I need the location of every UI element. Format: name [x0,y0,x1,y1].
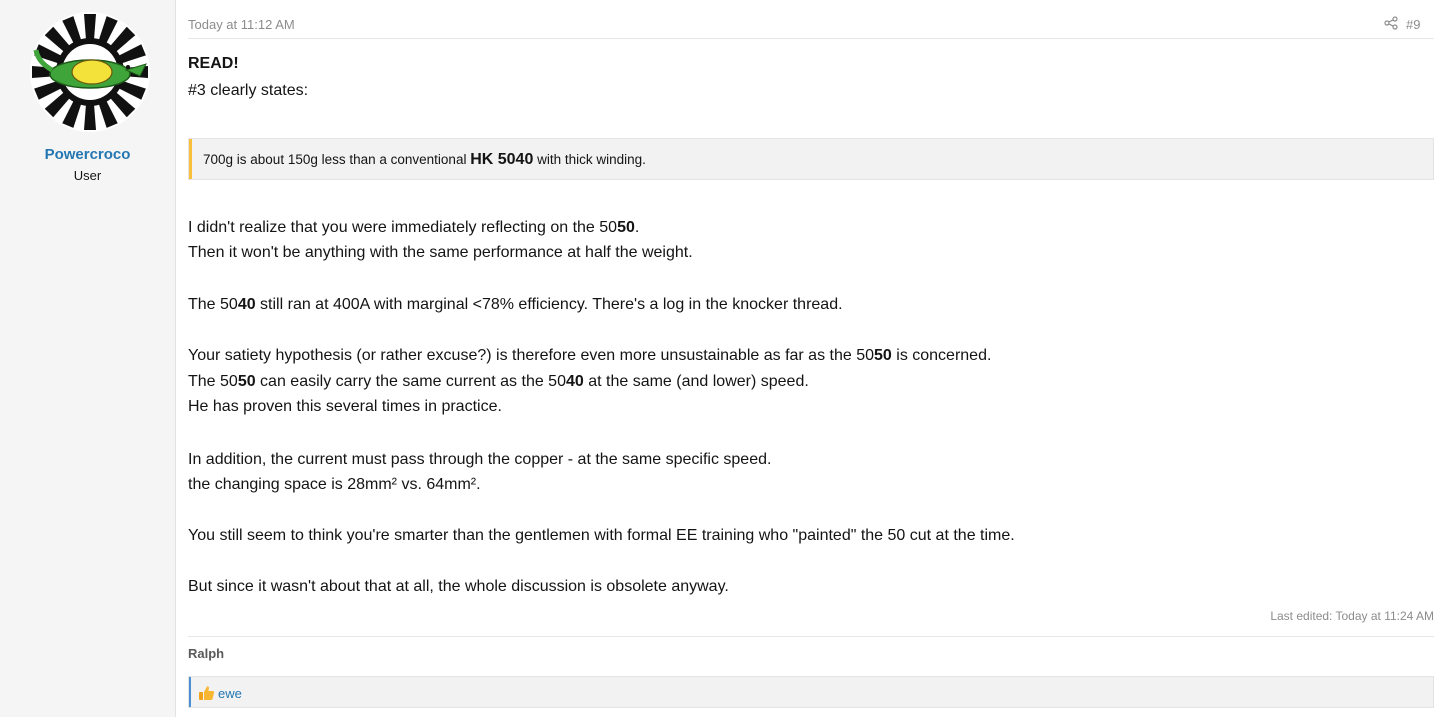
paragraph-7: In addition, the current must pass throu… [188,451,772,468]
post-date[interactable]: Today at 11:12 AM [188,17,295,32]
paragraph-8: the changing space is 28mm² vs. 64mm². [188,476,481,493]
avatar[interactable] [30,12,150,132]
paragraph-9: You still seem to think you're smarter t… [188,527,1015,544]
paragraph-6: He has proven this several times in prac… [188,398,502,415]
post-header: Today at 11:12 AM #9 [188,0,1434,39]
paragraph-1: I didn't realize that you were immediate… [188,219,640,236]
forum-post: Powercroco User Today at 11:12 AM #9 REA… [0,0,1440,717]
paragraph-10: But since it wasn't about that at all, t… [188,578,729,595]
post-main: Today at 11:12 AM #9 READ! #3 clearly st… [188,0,1434,717]
share-icon[interactable] [1384,16,1398,30]
username-link[interactable]: Powercroco [0,146,175,163]
paragraph-5: The 5050 can easily carry the same curre… [188,373,809,390]
quote-text: 700g is about 150g less than a conventio… [203,151,646,168]
user-cell: Powercroco User [0,0,176,717]
post-heading: READ! [188,55,239,72]
reaction-user-link[interactable]: ewe [218,686,242,701]
paragraph-4: Your satiety hypothesis (or rather excus… [188,347,992,364]
signature: Ralph [188,646,225,661]
reactions-bar[interactable]: ewe [188,676,1434,708]
post-number-link[interactable]: #9 [1406,17,1420,32]
last-edited: Last edited: Today at 11:24 AM [1270,609,1434,623]
post-intro: #3 clearly states: [188,82,309,99]
signature-divider [188,636,1434,637]
paragraph-2: Then it won't be anything with the same … [188,244,693,261]
paragraph-3: The 5040 still ran at 400A with marginal… [188,296,843,313]
user-title: User [73,168,102,183]
blockquote: 700g is about 150g less than a conventio… [188,138,1434,180]
like-icon [199,686,215,700]
quote-bar [189,139,192,179]
reactions-accent [189,677,191,707]
